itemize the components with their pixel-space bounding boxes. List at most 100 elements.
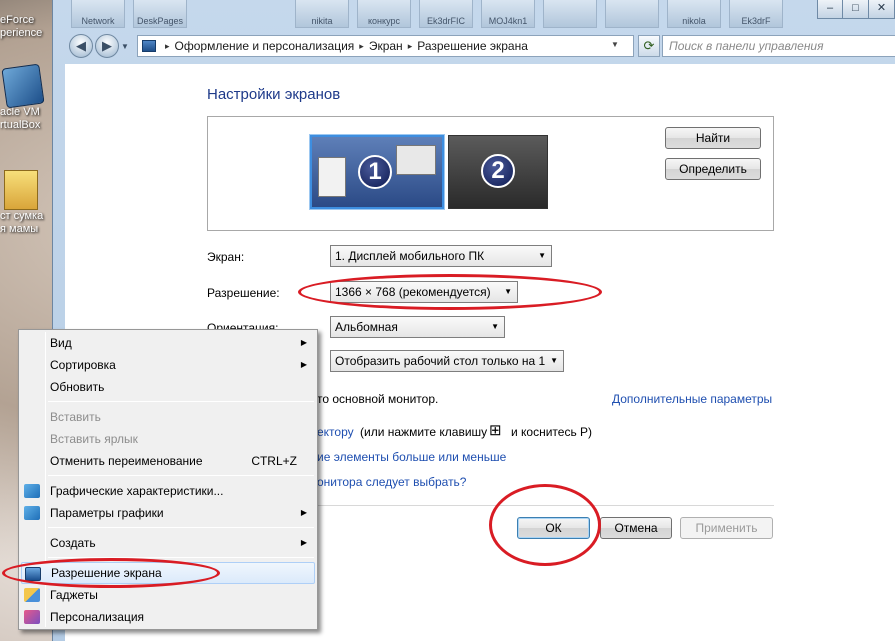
menu-item-graphics-properties[interactable]: Графические характеристики... [21, 480, 315, 502]
menu-item-sort[interactable]: Сортировка ▶ [21, 354, 315, 376]
projector-link[interactable]: ектору [317, 425, 354, 439]
menu-separator [48, 401, 314, 402]
forward-button[interactable]: ▶ [95, 34, 119, 58]
breadcrumb-appearance[interactable]: Оформление и персонализация [175, 39, 355, 53]
back-button[interactable]: ◀ [69, 34, 93, 58]
dropdown-arrow-icon: ▼ [504, 287, 512, 296]
dropdown-arrow-icon: ▼ [538, 251, 546, 260]
desktop-context-menu: Вид ▶ Сортировка ▶ Обновить Вставить Вст… [18, 329, 318, 630]
apply-button[interactable]: Применить [680, 517, 773, 539]
virtualbox-icon [1, 63, 45, 109]
advanced-settings-link[interactable]: Дополнительные параметры [612, 392, 772, 406]
desktop-icon-label: perience [0, 27, 43, 39]
menu-item-label: Обновить [50, 380, 105, 394]
menu-item-gadgets[interactable]: Гаджеты [21, 584, 315, 606]
close-button[interactable]: ✕ [869, 0, 895, 19]
desktop-icon-virtualbox[interactable]: acle VM rtualBox [0, 63, 58, 132]
refresh-button[interactable]: ⟳ [638, 35, 660, 57]
windows-key-icon: ⊞ [489, 422, 502, 439]
breadcrumb-resolution[interactable]: Разрешение экрана [417, 39, 528, 53]
menu-item-label: Гаджеты [50, 588, 98, 602]
submenu-arrow-icon: ▶ [300, 508, 307, 517]
menu-item-label: Сортировка [50, 358, 116, 372]
task-thumbnail[interactable]: nikola [667, 0, 721, 28]
intel-graphics-icon [24, 506, 40, 520]
breadcrumb-separator: ▸ [359, 40, 364, 51]
monitor-arrangement: 1 2 Найти Определить [207, 116, 774, 231]
task-thumbnail[interactable]: MOJ4kn1 [481, 0, 535, 28]
menu-item-undo-rename[interactable]: Отменить переименование CTRL+Z [21, 450, 315, 472]
desktop-icon-geforce[interactable]: eForce perience [0, 14, 58, 40]
monitor-1[interactable]: 1 [310, 135, 444, 209]
breadcrumb-separator: ▸ [165, 40, 170, 51]
menu-item-label: Вставить [50, 410, 101, 424]
menu-item-label: Персонализация [50, 610, 145, 624]
menu-item-graphics-options[interactable]: Параметры графики ▶ [21, 502, 315, 524]
orientation-select[interactable]: Альбомная ▼ [330, 316, 505, 338]
find-button[interactable]: Найти [665, 127, 761, 149]
task-thumbnail[interactable]: Ek3drF [729, 0, 783, 28]
screen-select[interactable]: 1. Дисплей мобильного ПК ▼ [330, 245, 552, 267]
search-input[interactable]: Поиск в панели управления [662, 35, 895, 57]
gadgets-icon [24, 588, 40, 602]
menu-item-label: Графические характеристики... [50, 484, 224, 498]
menu-item-label: Вид [50, 336, 72, 350]
desktop-icon-label: ст сумка [0, 210, 44, 222]
menu-item-view[interactable]: Вид ▶ [21, 332, 315, 354]
minimize-button[interactable]: – [817, 0, 843, 19]
control-panel-icon [142, 40, 156, 52]
menu-item-label: Параметры графики [50, 506, 164, 520]
projector-hint-text-2: и коснитесь P) [511, 425, 593, 439]
forward-arrow-icon: ▶ [102, 38, 112, 53]
task-thumbnail[interactable]: Network [71, 0, 125, 28]
submenu-arrow-icon: ▶ [300, 338, 307, 347]
ok-button[interactable]: ОК [517, 517, 590, 539]
menu-item-personalization[interactable]: Персонализация [21, 606, 315, 628]
task-thumbnail[interactable]: Ek3drFIC [419, 0, 473, 28]
task-thumbnail[interactable] [543, 0, 597, 28]
menu-separator [48, 557, 314, 558]
menu-item-paste[interactable]: Вставить [21, 406, 315, 428]
breadcrumb-display[interactable]: Экран [369, 39, 403, 53]
menu-item-new[interactable]: Создать ▶ [21, 532, 315, 554]
desktop-icon-label: rtualBox [0, 119, 41, 131]
identify-button[interactable]: Определить [665, 158, 761, 180]
task-thumbnail[interactable] [605, 0, 659, 28]
task-thumbnail[interactable]: DeskPages [133, 0, 187, 28]
recent-pages-dropdown-icon[interactable]: ▼ [121, 42, 129, 51]
cancel-button[interactable]: Отмена [600, 517, 672, 539]
maximize-button[interactable]: □ [843, 0, 869, 19]
submenu-arrow-icon: ▶ [300, 538, 307, 547]
multiple-displays-select[interactable]: Отобразить рабочий стол только на 1 ▼ [330, 350, 564, 372]
monitor-2[interactable]: 2 [448, 135, 548, 209]
multiple-displays-select-value: Отобразить рабочий стол только на 1 [335, 354, 546, 368]
menu-separator [48, 475, 314, 476]
menu-item-label: Создать [50, 536, 96, 550]
menu-item-screen-resolution[interactable]: Разрешение экрана [21, 562, 315, 584]
task-thumbnail[interactable]: nikita [295, 0, 349, 28]
task-thumbnail[interactable]: конкурс [357, 0, 411, 28]
monitor-number: 2 [481, 154, 515, 188]
desktop-icon-folder[interactable]: ст сумка я мамы [0, 170, 58, 236]
which-monitor-link[interactable]: онитора следует выбрать? [317, 475, 466, 489]
dropdown-arrow-icon: ▼ [491, 322, 499, 331]
folder-icon [4, 170, 38, 210]
menu-item-shortcut: CTRL+Z [251, 454, 297, 468]
screen-select-value: 1. Дисплей мобильного ПК [335, 249, 485, 263]
window-controls: – □ ✕ [817, 0, 895, 20]
desktop-icon-label: eForce [0, 14, 35, 26]
resolution-select-value: 1366 × 768 (рекомендуется) [335, 285, 491, 299]
taskbar-thumbnails: Network DeskPages nikita конкурс Ek3drFI… [65, 0, 805, 30]
intel-graphics-icon [24, 484, 40, 498]
resolution-select[interactable]: 1366 × 768 (рекомендуется) ▼ [330, 281, 518, 303]
menu-item-label: Разрешение экрана [51, 566, 162, 580]
resolution-label: Разрешение: [207, 286, 280, 300]
text-size-link[interactable]: ие элементы больше или меньше [317, 450, 506, 464]
address-dropdown-icon[interactable]: ▼ [611, 40, 619, 49]
menu-separator [48, 527, 314, 528]
refresh-icon: ⟳ [643, 38, 655, 53]
address-bar[interactable]: ▸ Оформление и персонализация ▸ Экран ▸ … [137, 35, 634, 57]
menu-item-paste-shortcut[interactable]: Вставить ярлык [21, 428, 315, 450]
menu-item-refresh[interactable]: Обновить [21, 376, 315, 398]
menu-item-label: Отменить переименование [50, 454, 203, 468]
